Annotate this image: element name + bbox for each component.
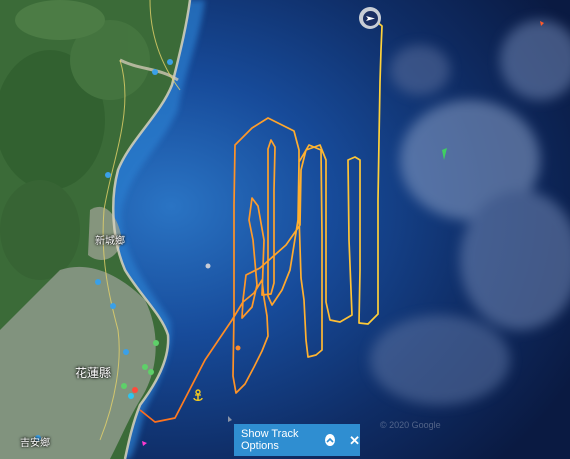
other-vessel-icon: [205, 263, 211, 269]
vessel-position-icon[interactable]: [359, 7, 381, 29]
place-label-xincheng: 新城鄉: [95, 236, 125, 247]
track-options-bar: Show Track Options ✕: [234, 424, 360, 456]
show-track-options-button[interactable]: Show Track Options: [241, 428, 321, 452]
place-label-hualien: 花蓮縣: [75, 366, 112, 380]
close-icon[interactable]: ✕: [349, 434, 360, 447]
chevron-up-icon[interactable]: [325, 434, 336, 446]
other-vessel-icon: [235, 345, 241, 351]
map-copyright: © 2020 Google: [380, 420, 441, 430]
satellite-map[interactable]: [0, 0, 570, 459]
place-label-jian: 吉安鄉: [20, 438, 50, 449]
